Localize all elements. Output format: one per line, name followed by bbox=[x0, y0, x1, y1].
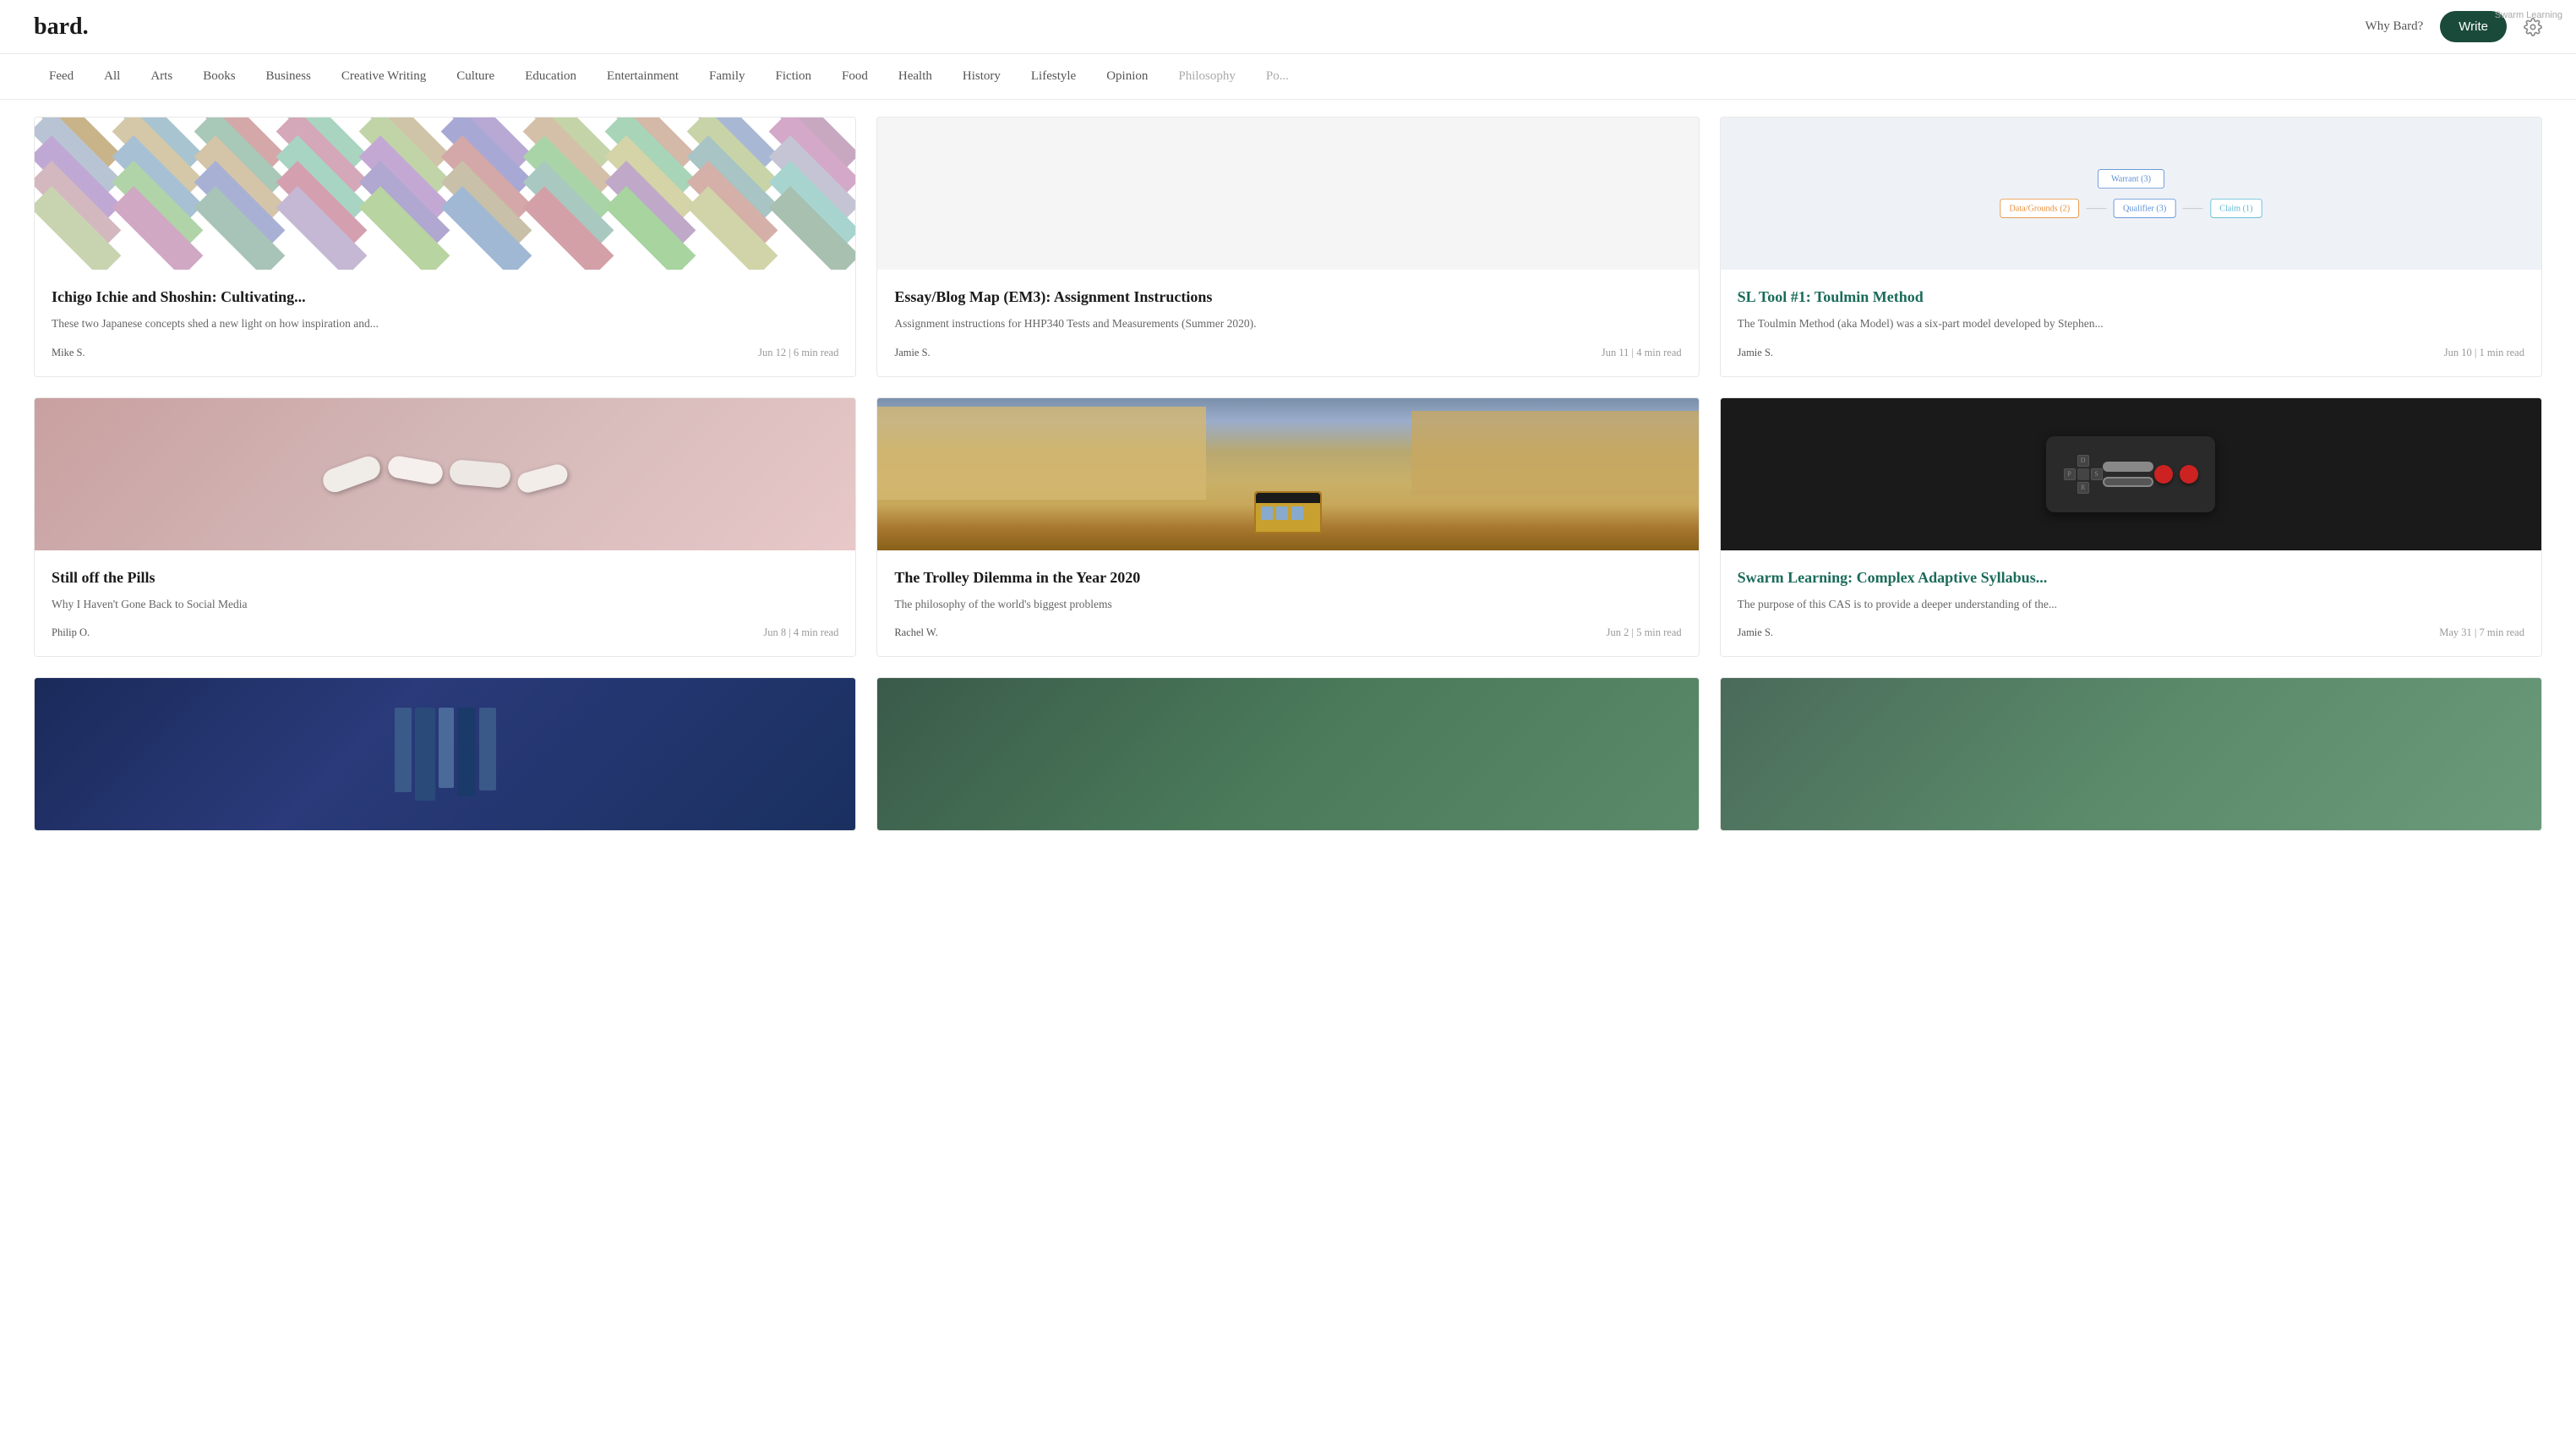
site-logo[interactable]: bard. bbox=[34, 14, 89, 41]
article-meta-trolley: Rachel W. Jun 2 | 5 min read bbox=[894, 626, 1681, 639]
article-date-ichigo: Jun 12 | 6 min read bbox=[758, 347, 838, 359]
article-image-sl-tool: Warrant (3) Data/Grounds (2) —— Qualifie… bbox=[1721, 118, 2541, 270]
article-image-trolley bbox=[877, 398, 1698, 550]
nav-arts[interactable]: Arts bbox=[135, 54, 188, 99]
category-nav: Feed All Arts Books Business Creative Wr… bbox=[0, 54, 2576, 100]
article-excerpt-swarm: The purpose of this CAS is to provide a … bbox=[1738, 596, 2524, 613]
article-author-trolley: Rachel W. bbox=[894, 626, 937, 639]
nav-culture[interactable]: Culture bbox=[441, 54, 510, 99]
article-card-7[interactable] bbox=[34, 677, 856, 831]
nav-business[interactable]: Business bbox=[251, 54, 326, 99]
article-author-essay: Jamie S. bbox=[894, 347, 930, 359]
article-date-sl-tool: Jun 10 | 1 min read bbox=[2444, 347, 2524, 359]
article-excerpt-trolley: The philosophy of the world's biggest pr… bbox=[894, 596, 1681, 613]
article-date-swarm: May 31 | 7 min read bbox=[2439, 626, 2524, 639]
article-title-sl-tool: SL Tool #1: Toulmin Method bbox=[1738, 287, 2524, 307]
article-body-trolley: The Trolley Dilemma in the Year 2020 The… bbox=[877, 550, 1698, 657]
article-meta-sl-tool: Jamie S. Jun 10 | 1 min read bbox=[1738, 347, 2524, 359]
article-date-trolley: Jun 2 | 5 min read bbox=[1607, 626, 1682, 639]
article-card-ichigo[interactable]: Ichigo Ichie and Shoshin: Cultivating...… bbox=[34, 117, 856, 377]
nav-entertainment[interactable]: Entertainment bbox=[592, 54, 694, 99]
article-meta-essay: Jamie S. Jun 11 | 4 min read bbox=[894, 347, 1681, 359]
nav-fiction[interactable]: Fiction bbox=[761, 54, 827, 99]
article-card-trolley[interactable]: The Trolley Dilemma in the Year 2020 The… bbox=[876, 397, 1699, 658]
article-card-swarm[interactable]: D P S R bbox=[1720, 397, 2542, 658]
article-image-8 bbox=[877, 678, 1698, 830]
why-bard-link[interactable]: Why Bard? bbox=[2366, 19, 2424, 34]
article-body-swarm: Swarm Learning: Complex Adaptive Syllabu… bbox=[1721, 550, 2541, 657]
nav-family[interactable]: Family bbox=[694, 54, 761, 99]
article-grid: Ichigo Ichie and Shoshin: Cultivating...… bbox=[34, 117, 2542, 831]
article-image-7 bbox=[35, 678, 855, 830]
nav-philosophy[interactable]: Philosophy bbox=[1163, 54, 1251, 99]
nav-all[interactable]: All bbox=[89, 54, 135, 99]
article-date-pills: Jun 8 | 4 min read bbox=[763, 626, 838, 639]
article-card-essay[interactable]: Essay/Blog Map (EM3): Assignment Instruc… bbox=[876, 117, 1699, 377]
site-header: bard. Why Bard? Write bbox=[0, 0, 2576, 54]
article-image-pills bbox=[35, 398, 855, 550]
article-card-sl-tool[interactable]: Warrant (3) Data/Grounds (2) —— Qualifie… bbox=[1720, 117, 2542, 377]
article-title-trolley: The Trolley Dilemma in the Year 2020 bbox=[894, 567, 1681, 588]
nav-health[interactable]: Health bbox=[883, 54, 947, 99]
article-image-essay bbox=[877, 118, 1698, 270]
article-image-9 bbox=[1721, 678, 2541, 830]
article-excerpt-essay: Assignment instructions for HHP340 Tests… bbox=[894, 315, 1681, 332]
article-title-essay: Essay/Blog Map (EM3): Assignment Instruc… bbox=[894, 287, 1681, 307]
article-image-swarm: D P S R bbox=[1721, 398, 2541, 550]
nav-opinion[interactable]: Opinion bbox=[1091, 54, 1163, 99]
article-title-swarm: Swarm Learning: Complex Adaptive Syllabu… bbox=[1738, 567, 2524, 588]
article-excerpt-ichigo: These two Japanese concepts shed a new l… bbox=[52, 315, 838, 332]
article-excerpt-pills: Why I Haven't Gone Back to Social Media bbox=[52, 596, 838, 613]
article-title-ichigo: Ichigo Ichie and Shoshin: Cultivating... bbox=[52, 287, 838, 307]
article-excerpt-sl-tool: The Toulmin Method (aka Model) was a six… bbox=[1738, 315, 2524, 332]
article-card-9[interactable] bbox=[1720, 677, 2542, 831]
article-meta-pills: Philip O. Jun 8 | 4 min read bbox=[52, 626, 838, 639]
article-card-pills[interactable]: Still off the Pills Why I Haven't Gone B… bbox=[34, 397, 856, 658]
article-author-swarm: Jamie S. bbox=[1738, 626, 1773, 639]
main-content: Ichigo Ichie and Shoshin: Cultivating...… bbox=[0, 100, 2576, 865]
nav-feed[interactable]: Feed bbox=[34, 54, 89, 99]
article-body-essay: Essay/Blog Map (EM3): Assignment Instruc… bbox=[877, 270, 1698, 376]
nav-po[interactable]: Po... bbox=[1251, 54, 1304, 99]
article-image-ichigo bbox=[35, 118, 855, 270]
nav-lifestyle[interactable]: Lifestyle bbox=[1016, 54, 1091, 99]
article-body-ichigo: Ichigo Ichie and Shoshin: Cultivating...… bbox=[35, 270, 855, 376]
nav-food[interactable]: Food bbox=[827, 54, 883, 99]
article-meta-swarm: Jamie S. May 31 | 7 min read bbox=[1738, 626, 2524, 639]
article-date-essay: Jun 11 | 4 min read bbox=[1602, 347, 1682, 359]
article-body-sl-tool: SL Tool #1: Toulmin Method The Toulmin M… bbox=[1721, 270, 2541, 376]
nav-books[interactable]: Books bbox=[188, 54, 250, 99]
nav-education[interactable]: Education bbox=[510, 54, 592, 99]
nav-creative-writing[interactable]: Creative Writing bbox=[326, 54, 441, 99]
article-card-8[interactable] bbox=[876, 677, 1699, 831]
article-author-ichigo: Mike S. bbox=[52, 347, 85, 359]
nav-history[interactable]: History bbox=[947, 54, 1016, 99]
article-author-pills: Philip O. bbox=[52, 626, 90, 639]
article-meta-ichigo: Mike S. Jun 12 | 6 min read bbox=[52, 347, 838, 359]
article-title-pills: Still off the Pills bbox=[52, 567, 838, 588]
article-body-pills: Still off the Pills Why I Haven't Gone B… bbox=[35, 550, 855, 657]
article-author-sl-tool: Jamie S. bbox=[1738, 347, 1773, 359]
